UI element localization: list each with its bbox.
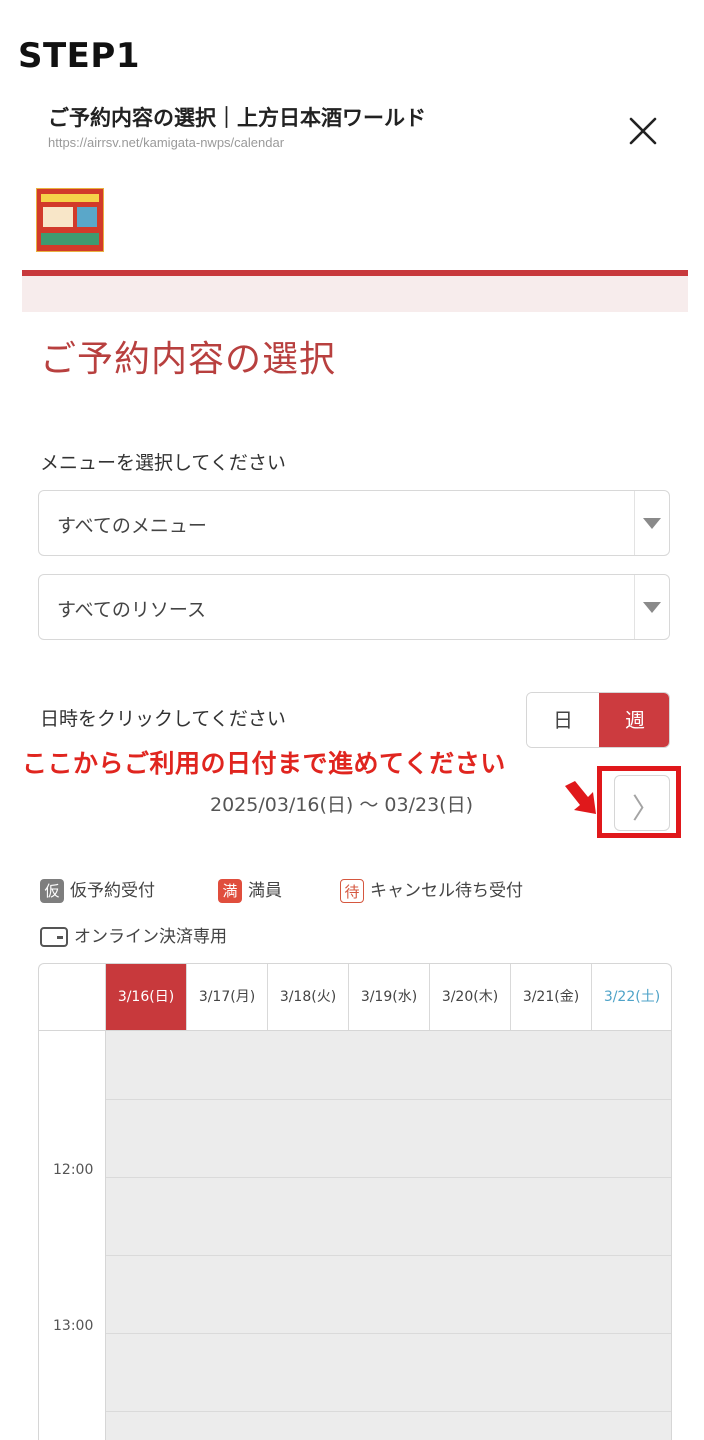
day-header[interactable]: 3/16(日) (105, 964, 186, 1030)
page-url: https://airrsv.net/kamigata-nwps/calenda… (48, 135, 285, 150)
tentative-icon: 仮 (40, 879, 64, 903)
dropdown-arrow-icon (634, 575, 669, 639)
day-header[interactable]: 3/19(水) (348, 964, 429, 1030)
dropdown-arrow-icon (634, 491, 669, 555)
day-view-button[interactable]: 日 (527, 693, 599, 747)
close-icon[interactable] (622, 110, 664, 152)
legend-item: 満満員 (218, 876, 282, 903)
legend-label: オンライン決済専用 (74, 927, 227, 947)
menu-select[interactable]: すべてのメニュー (38, 490, 670, 556)
day-header[interactable]: 3/21(金) (510, 964, 591, 1030)
day-header[interactable]: 3/20(木) (429, 964, 510, 1030)
day-header[interactable]: 3/17(月) (186, 964, 267, 1030)
page-title: ご予約内容の選択 (40, 339, 337, 380)
resource-select[interactable]: すべてのリソース (38, 574, 670, 640)
pointer-arrow-icon (562, 778, 602, 818)
legend-item: オンライン決済専用 (40, 922, 227, 947)
calendar-header: 3/16(日) 3/17(月) 3/18(火) 3/19(水) 3/20(木) … (39, 964, 671, 1031)
shop-logo (36, 188, 104, 252)
full-icon: 満 (218, 879, 242, 903)
legend-item: 待キャンセル待ち受付 (340, 876, 523, 903)
step-label: STEP1 (18, 36, 140, 76)
waitlist-icon: 待 (340, 879, 364, 903)
week-view-button[interactable]: 週 (599, 693, 669, 747)
header-band (22, 276, 688, 312)
resource-select-value: すべてのリソース (57, 599, 206, 621)
day-header[interactable]: 3/22(土) (591, 964, 671, 1030)
date-range: 2025/03/16(日) 〜 03/23(日) (210, 794, 473, 816)
instruction-annotation: ここからご利用の日付まで進めてください (22, 749, 506, 778)
legend-label: 仮予約受付 (70, 881, 155, 901)
time-label: 13:00 (53, 1318, 94, 1334)
menu-select-value: すべてのメニュー (57, 515, 207, 537)
calendar-grid[interactable] (105, 1031, 671, 1440)
legend-label: キャンセル待ち受付 (370, 881, 523, 901)
menu-select-label: メニューを選択してください (40, 452, 286, 474)
legend-item: 仮仮予約受付 (40, 876, 155, 903)
week-calendar: 3/16(日) 3/17(月) 3/18(火) 3/19(水) 3/20(木) … (38, 963, 672, 1440)
highlight-box (597, 766, 681, 838)
legend-label: 満員 (248, 881, 282, 901)
card-icon (40, 927, 68, 947)
day-header[interactable]: 3/18(火) (267, 964, 348, 1030)
view-toggle: 日 週 (526, 692, 670, 748)
time-label: 12:00 (53, 1162, 94, 1178)
page-window-title: ご予約内容の選択｜上方日本酒ワールド (48, 106, 426, 130)
datetime-label: 日時をクリックしてください (40, 708, 286, 730)
